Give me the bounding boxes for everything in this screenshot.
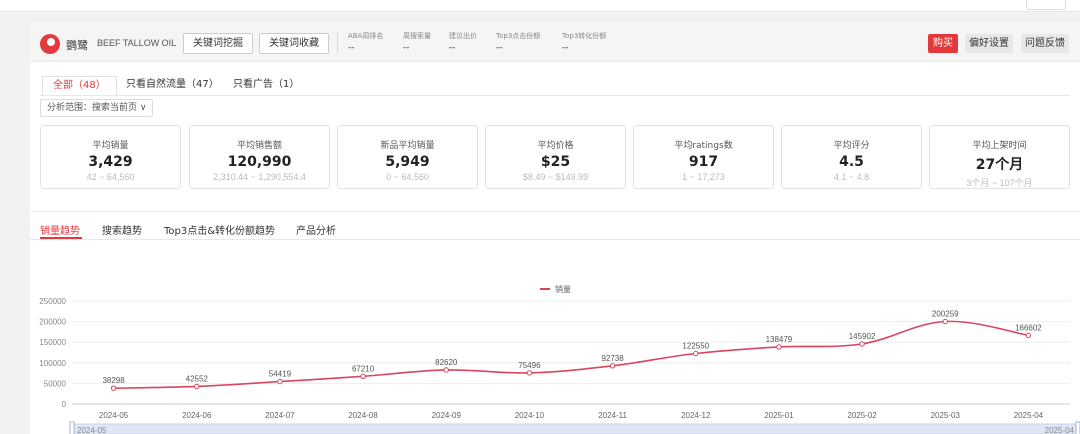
feedback-button[interactable]: 问题反馈	[1021, 34, 1069, 53]
x-tick-label: 2024-11	[598, 411, 627, 420]
x-tick-label: 2024-10	[515, 411, 545, 420]
tab-product-analysis[interactable]: 产品分析	[296, 222, 336, 237]
section-divider	[30, 211, 1080, 212]
x-tick-label: 2024-08	[348, 411, 378, 420]
metric-weekly-search: 周搜索量 --	[403, 32, 431, 53]
tab-search-trend[interactable]: 搜索趋势	[102, 222, 142, 237]
x-tick-label: 2025-04	[1014, 411, 1044, 420]
y-tick-label: 250000	[39, 297, 66, 306]
zoom-slider-end-label: 2025-04	[1045, 426, 1075, 434]
buy-button[interactable]: 购买	[928, 34, 958, 53]
tab-sales-trend[interactable]: 销量趋势	[40, 222, 80, 237]
metric-suggested-bid: 建议出价 --	[449, 32, 477, 53]
data-point[interactable]	[1025, 332, 1032, 339]
x-tick-label: 2025-03	[931, 411, 961, 420]
y-tick-label: 100000	[39, 359, 66, 368]
data-point[interactable]	[693, 350, 699, 357]
data-point[interactable]	[277, 378, 283, 385]
data-label: 82620	[435, 358, 458, 367]
stat-card-avg-price: 平均价格 $25 $8.49 ~ $149.99	[485, 125, 626, 189]
x-tick-label: 2025-02	[847, 411, 877, 420]
x-tick-label: 2024-12	[681, 411, 711, 420]
data-label: 38298	[102, 376, 125, 385]
top-strip	[0, 0, 1080, 12]
header-divider	[337, 32, 338, 54]
y-tick-label: 200000	[39, 318, 66, 327]
sales-trend-chart: 销量 0 50000 100000 150000 200000 250000 2024-05 2…	[39, 284, 1080, 434]
data-point[interactable]	[443, 367, 449, 373]
legend-label[interactable]: 销量	[555, 284, 571, 294]
data-label: 92738	[601, 354, 624, 363]
stat-card-avg-sales: 平均销量 3,429 42 ~ 64,560	[40, 125, 181, 189]
tab-organic[interactable]: 只看自然流量（47）	[116, 76, 229, 96]
x-tick-label: 2024-06	[182, 411, 212, 420]
series-line	[113, 320, 1029, 390]
zoom-slider-right-handle[interactable]	[1075, 421, 1080, 434]
data-point[interactable]	[360, 373, 366, 380]
stat-card-avg-score: 平均评分 4.5 4.1 ~ 4.8	[781, 125, 922, 189]
data-label: 166602	[1015, 323, 1042, 332]
metric-top3-conversion-share: Top3转化份额 --	[562, 32, 607, 53]
analysis-panel: 鹦鹭 BEEF TALLOW OIL 关键词挖掘 关键词收藏 ABA周排名 -- …	[30, 22, 1080, 434]
data-label: 75496	[518, 361, 541, 370]
stat-card-avg-ratings: 平均ratings数 917 1 ~ 17,273	[633, 125, 774, 189]
section-tab-divider	[30, 239, 1080, 240]
brand-logo-icon	[40, 34, 60, 54]
y-tick-label: 0	[62, 400, 67, 409]
data-label: 200259	[932, 309, 959, 318]
x-tick-label: 2024-07	[265, 411, 295, 420]
data-label: 67210	[352, 364, 375, 373]
zoom-slider-track[interactable]	[71, 423, 1079, 434]
preferences-button[interactable]: 偏好设置	[965, 34, 1013, 53]
tab-divider	[40, 95, 1070, 96]
data-point[interactable]	[859, 341, 865, 347]
tab-top3-share-trend[interactable]: Top3点击&转化份额趋势	[164, 222, 275, 237]
y-tick-label: 150000	[39, 338, 66, 347]
brand-name: 鹦鹭	[66, 39, 88, 52]
stat-card-avg-revenue: 平均销售额 120,990 2,310.44 ~ 1,290,554.4	[189, 125, 330, 189]
y-tick-label: 50000	[44, 379, 67, 388]
top-strip-button[interactable]	[1026, 0, 1066, 10]
analysis-scope-dropdown[interactable]: 分析范围：搜索当前页 ∨	[40, 99, 154, 117]
data-label: 42552	[186, 374, 209, 383]
data-label: 54419	[269, 370, 292, 379]
data-label: 138479	[766, 335, 793, 344]
data-label: 122550	[682, 342, 709, 351]
metric-top3-click-share: Top3点击份额 --	[496, 32, 541, 53]
keyword-header: 鹦鹭 BEEF TALLOW OIL 关键词挖掘 关键词收藏 ABA周排名 -- …	[30, 22, 1080, 62]
keyword-mining-button[interactable]: 关键词挖掘	[183, 33, 253, 54]
keyword-text: BEEF TALLOW OIL	[97, 38, 177, 48]
x-tick-label: 2024-05	[99, 411, 129, 420]
keyword-favorite-button[interactable]: 关键词收藏	[259, 33, 329, 54]
stat-card-avg-listing-age: 平均上架时间 27个月 3个月 ~ 107个月	[929, 125, 1070, 189]
stat-card-new-avg-sales: 新品平均销量 5,949 0 ~ 64,560	[337, 125, 478, 189]
data-label: 145902	[849, 332, 876, 341]
data-point[interactable]	[194, 383, 200, 390]
x-tick-label: 2025-01	[764, 411, 794, 420]
metric-aba-rank: ABA周排名 --	[348, 32, 384, 53]
data-point[interactable]	[609, 363, 616, 369]
data-point[interactable]	[776, 344, 782, 350]
tab-ads[interactable]: 只看广告（1）	[223, 76, 309, 96]
data-point[interactable]	[942, 318, 948, 325]
data-point[interactable]	[526, 370, 533, 376]
tab-all[interactable]: 全部（48）	[42, 76, 117, 96]
zoom-slider-start-label: 2024-05	[77, 426, 107, 434]
x-tick-label: 2024-09	[432, 411, 462, 420]
data-point[interactable]	[110, 385, 117, 391]
zoom-slider-left-handle[interactable]	[69, 421, 75, 434]
